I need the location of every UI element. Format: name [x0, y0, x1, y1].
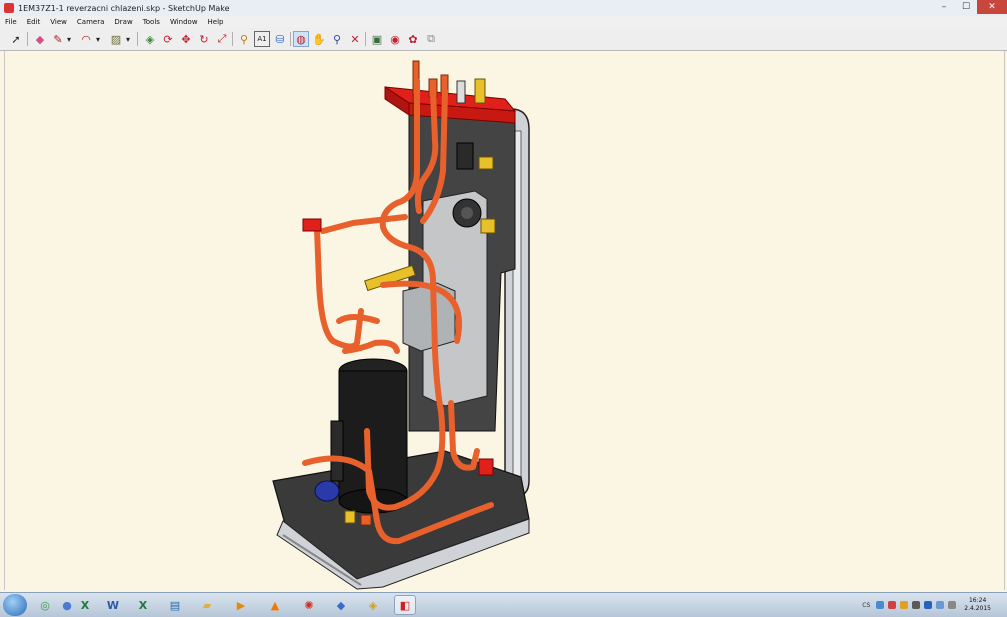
excel-taskbar-glyph: X — [80, 598, 90, 612]
shapes-tool-icon[interactable]: ▨ — [108, 31, 124, 47]
vlc-taskbar-glyph: ▲ — [270, 598, 280, 612]
taskbar: ◎ ● X W X ▤ ▰ ▶ ▲ ✺ ◆ ◈ ◧ CS 16:24 2.4.2… — [0, 592, 1007, 617]
language-indicator[interactable]: CS — [862, 602, 870, 609]
menu-file[interactable]: File — [0, 18, 22, 26]
orbit-tool-icon[interactable]: ◍ — [293, 31, 309, 47]
menu-tools[interactable]: Tools — [138, 18, 165, 26]
start-button[interactable] — [3, 594, 27, 616]
window-controls: – ☐ ✕ — [933, 0, 1007, 15]
window-title: 1EM37Z1-1 reverzacni chlazeni.skp - Sket… — [18, 3, 230, 13]
chrome-taskbar-glyph: ◎ — [40, 598, 50, 612]
excel-taskbar-icon-2[interactable]: X — [132, 595, 154, 615]
eraser-tool-icon[interactable]: ◆ — [32, 31, 48, 47]
warehouse-tool-icon[interactable]: ▣ — [369, 31, 385, 47]
tray-power-icon[interactable] — [948, 601, 957, 609]
sketchup-taskbar-icon[interactable]: ◧ — [394, 595, 416, 615]
maximize-button[interactable]: ☐ — [955, 0, 977, 14]
app-taskbar-glyph: ● — [62, 598, 72, 612]
zoom-extents-tool-icon[interactable]: ✕ — [347, 31, 363, 47]
close-button[interactable]: ✕ — [977, 0, 1007, 14]
scale-tool-icon[interactable]: ⤢ — [214, 31, 230, 47]
line-dropdown-icon[interactable]: ▾ — [64, 31, 74, 47]
remote-desktop-taskbar-glyph: ▤ — [169, 598, 181, 612]
share-tool-icon[interactable]: ✿ — [405, 31, 421, 47]
extension-tool-icon[interactable]: ⧉ — [423, 31, 439, 47]
excel-taskbar-icon[interactable]: X — [74, 595, 96, 615]
model-viewport[interactable] — [4, 51, 1005, 590]
folder-taskbar-glyph: ▰ — [202, 598, 212, 612]
word-taskbar-icon[interactable]: W — [102, 595, 124, 615]
text-tool-icon[interactable]: A1 — [254, 31, 270, 47]
rotate-tool-icon[interactable]: ↻ — [196, 31, 212, 47]
app-blue-taskbar-icon[interactable]: ◆ — [330, 595, 352, 615]
select-tool-icon[interactable]: ➚ — [8, 31, 24, 47]
shapes-dropdown-icon[interactable]: ▾ — [123, 31, 133, 47]
menu-help[interactable]: Help — [203, 18, 229, 26]
toolbar: ➚ ◆ ✎ ▾ ◠ ▾ ▨ ▾ ◈ ⟳ ✥ ↻ ⤢ ⚲ A1 ⛁ ◍ ✋ ⚲ ✕… — [0, 28, 1007, 51]
tray-volume-icon[interactable] — [936, 601, 945, 609]
app-red-taskbar-glyph: ✺ — [304, 598, 314, 612]
tray-network-icon[interactable] — [876, 601, 885, 609]
menu-edit[interactable]: Edit — [22, 18, 46, 26]
word-taskbar-glyph: W — [106, 598, 120, 612]
media-player-taskbar-icon[interactable]: ▶ — [230, 595, 252, 615]
menu-view[interactable]: View — [45, 18, 72, 26]
vlc-taskbar-icon[interactable]: ▲ — [264, 595, 286, 615]
clock[interactable]: 16:24 2.4.2015 — [964, 597, 991, 613]
chrome-taskbar-icon[interactable]: ◎ — [34, 595, 56, 615]
filter-drier — [314, 480, 340, 502]
zoom-tool-icon[interactable]: ⚲ — [329, 31, 345, 47]
excel-taskbar-glyph-2: X — [138, 598, 148, 612]
follow-me-tool-icon[interactable]: ⟳ — [160, 31, 176, 47]
paint-bucket-tool-icon[interactable]: ⛁ — [272, 31, 288, 47]
remote-desktop-taskbar-icon[interactable]: ▤ — [164, 595, 186, 615]
menu-draw[interactable]: Draw — [109, 18, 137, 26]
heat-pump-model — [272, 60, 530, 590]
components-tool-icon[interactable]: ◉ — [387, 31, 403, 47]
app-red-taskbar-icon[interactable]: ✺ — [298, 595, 320, 615]
tray-bluetooth-icon[interactable] — [924, 601, 933, 609]
menu-window[interactable]: Window — [165, 18, 203, 26]
sketchup-taskbar-glyph: ◧ — [399, 598, 411, 612]
clock-time: 16:24 — [968, 597, 987, 604]
move-tool-icon[interactable]: ✥ — [178, 31, 194, 47]
app-gold-taskbar-icon[interactable]: ◈ — [362, 595, 384, 615]
tray-monitor-icon[interactable] — [912, 601, 921, 609]
clock-date: 2.4.2015 — [964, 605, 991, 612]
app-gold-taskbar-glyph: ◈ — [368, 598, 378, 612]
media-player-taskbar-glyph: ▶ — [236, 598, 246, 612]
menu-bar: File Edit View Camera Draw Tools Window … — [0, 16, 1007, 28]
pan-tool-icon[interactable]: ✋ — [311, 31, 327, 47]
pressure-switch — [302, 218, 322, 232]
app-blue-taskbar-glyph: ◆ — [336, 598, 346, 612]
push-pull-tool-icon[interactable]: ◈ — [142, 31, 158, 47]
title-bar: 1EM37Z1-1 reverzacni chlazeni.skp - Sket… — [0, 0, 1007, 17]
menu-camera[interactable]: Camera — [72, 18, 109, 26]
sketchup-app-icon — [4, 3, 14, 13]
tray-warning-icon[interactable] — [900, 601, 909, 609]
folder-taskbar-icon[interactable]: ▰ — [196, 595, 218, 615]
arc-dropdown-icon[interactable]: ▾ — [93, 31, 103, 47]
tray-app-icon[interactable] — [888, 601, 897, 609]
arc-tool-icon[interactable]: ◠ — [78, 31, 94, 47]
minimize-button[interactable]: – — [933, 0, 955, 14]
tape-measure-tool-icon[interactable]: ⚲ — [236, 31, 252, 47]
system-tray: CS 16:24 2.4.2015 — [862, 593, 1007, 617]
